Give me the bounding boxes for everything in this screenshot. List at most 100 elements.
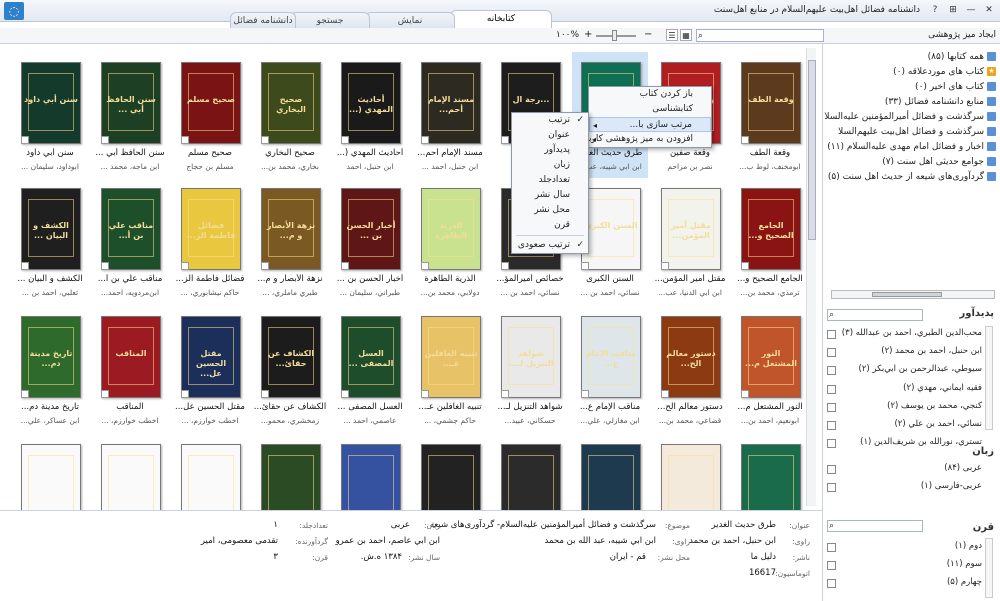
book-select-checkbox[interactable] — [421, 390, 429, 398]
book-cover[interactable]: وقعة الطف — [741, 62, 801, 144]
scrollbar-thumb[interactable] — [872, 292, 942, 297]
book-cover[interactable]: نزهة الأبصار و م... — [261, 188, 321, 270]
sort-ascending[interactable]: ✓ ترتیب صعودی — [512, 238, 588, 253]
author-checkbox[interactable] — [827, 439, 836, 449]
book-select-checkbox[interactable] — [661, 262, 669, 270]
book-card[interactable] — [92, 434, 168, 510]
book-cover[interactable]: دستور معالم الح... — [661, 316, 721, 398]
author-checkbox[interactable] — [827, 330, 836, 339]
book-card[interactable] — [12, 434, 88, 510]
book-card[interactable]: أحاديث المهدي (... أحاديث المهدي (... ابن … — [332, 52, 408, 178]
book-select-checkbox[interactable] — [21, 262, 29, 270]
book-select-checkbox[interactable] — [741, 390, 749, 398]
tree-amir-virtues[interactable]: سرگذشت و فضائل أميرالمؤمنين عليه‌السلا — [824, 112, 996, 122]
book-card[interactable]: سنن الحافظ أبي ... سنن الحافظ أبي ... ابن … — [92, 52, 168, 178]
book-select-checkbox[interactable] — [741, 136, 749, 144]
book-card[interactable] — [252, 434, 328, 510]
book-cover[interactable] — [421, 444, 481, 510]
century-checkbox[interactable] — [827, 561, 836, 570]
book-card[interactable] — [572, 434, 648, 510]
book-cover[interactable]: الذرية الطاهرة — [421, 188, 481, 270]
book-card[interactable]: وقعة الطف وقعة الطف ابومخنف، لوط ب... — [732, 52, 808, 178]
book-cover[interactable] — [101, 444, 161, 510]
tree-mahdi-news[interactable]: اخبار و فضائل امام مهدی علیه‌السلام (۱۱) — [827, 142, 996, 152]
book-cover[interactable]: مناقب الإمام ع... — [581, 316, 641, 398]
book-cover[interactable]: تاريخ مدينة دم... — [21, 316, 81, 398]
book-select-checkbox[interactable] — [261, 262, 269, 270]
book-cover[interactable]: مقتل أمير المؤمن... — [661, 188, 721, 270]
book-cover[interactable]: الكشاف عن حقائ... — [261, 316, 321, 398]
sort-year[interactable]: سال نشر — [512, 188, 588, 203]
book-card[interactable]: تاريخ مدينة دم... تاريخ مدينة دم... ابن عس… — [12, 306, 88, 432]
book-card[interactable]: العسل المصفى ... العسل المصفى ... عاصمي، ا… — [332, 306, 408, 432]
menu-bibliography[interactable]: کتابشناسی — [589, 102, 711, 117]
book-card[interactable]: صحيح البخاري صحيح البخاري بخاري، محمد بن..… — [252, 52, 328, 178]
sort-title[interactable]: عنوان — [512, 128, 588, 143]
tree-ahlulbayt-virtues[interactable]: سرگذشت و فضائل اهل‌بیت علیهم‌السلا — [838, 127, 996, 137]
grid-view-icon[interactable]: ▦ — [680, 29, 692, 41]
century-list-scrollbar[interactable] — [985, 538, 993, 598]
book-card[interactable]: مناقب الإمام ع... مناقب الإمام ع... ابن مغ… — [572, 306, 648, 432]
search-input[interactable]: ⌕ — [696, 29, 824, 42]
book-cover[interactable]: السنن الكبرى — [581, 188, 641, 270]
menu-open-book[interactable]: باز کردن کتاب — [589, 87, 711, 102]
grid-scrollbar-thumb[interactable] — [808, 60, 816, 240]
language-checkbox[interactable] — [827, 465, 836, 474]
tree-shia-compilations[interactable]: گردآوری‌های شیعه از حدیث اهل سنت (۵) — [828, 172, 996, 182]
book-cover[interactable] — [341, 444, 401, 510]
book-card[interactable]: أخبار الحسن بن ... أخبار الحسن بن ... طبرا… — [332, 178, 408, 304]
sort-century[interactable]: قرن — [512, 218, 588, 233]
book-card[interactable]: دستور معالم الح... دستور معالم الح... قضاع… — [652, 306, 728, 432]
book-select-checkbox[interactable] — [581, 262, 589, 270]
tab-search[interactable]: جستجو — [290, 12, 370, 28]
book-cover[interactable]: الجامع الصحيح و... — [741, 188, 801, 270]
book-card[interactable]: الكشف و البيان ... الكشف و البيان ... ثعلب… — [12, 178, 88, 304]
book-card[interactable]: مقتل أمير المؤمن... مقتل أمير المؤمن... اب… — [652, 178, 728, 304]
tree-horizontal-scrollbar[interactable] — [831, 290, 995, 299]
book-select-checkbox[interactable] — [501, 390, 509, 398]
book-card[interactable]: شواهد التنزيل لـ... شواهد التنزيل لـ... حس… — [492, 306, 568, 432]
book-cover[interactable] — [21, 444, 81, 510]
sort-order[interactable]: ✓ ترتیب — [512, 113, 588, 128]
book-cover[interactable]: العسل المصفى ... — [341, 316, 401, 398]
book-cover[interactable] — [661, 444, 721, 510]
book-card[interactable]: فضائل فاطمة الز... فضائل فاطمة الز... حاكم… — [172, 178, 248, 304]
book-cover[interactable]: مناقب علي بن أ... — [101, 188, 161, 270]
book-select-checkbox[interactable] — [101, 262, 109, 270]
grid-scrollbar[interactable] — [806, 48, 816, 506]
zoom-slider-knob[interactable] — [612, 30, 617, 41]
author-checkbox[interactable] — [827, 366, 836, 376]
author-checkbox[interactable] — [827, 384, 836, 394]
book-card[interactable] — [492, 434, 568, 510]
book-select-checkbox[interactable] — [101, 390, 109, 398]
tree-recent[interactable]: کتاب های اخیر (۰) — [915, 82, 996, 92]
book-select-checkbox[interactable] — [341, 390, 349, 398]
book-select-checkbox[interactable] — [501, 262, 509, 270]
book-select-checkbox[interactable] — [581, 390, 589, 398]
book-select-checkbox[interactable] — [421, 262, 429, 270]
author-checkbox[interactable] — [827, 348, 836, 358]
book-card[interactable]: صحيح مسلم صحيح مسلم مسلم بن حجاج — [172, 52, 248, 178]
book-select-checkbox[interactable] — [181, 262, 189, 270]
zoom-out-button[interactable]: − — [644, 29, 652, 40]
book-cover[interactable]: المناقب — [101, 316, 161, 398]
book-select-checkbox[interactable] — [181, 390, 189, 398]
sort-volumes[interactable]: تعدادجلد — [512, 173, 588, 188]
book-card[interactable]: مسند الإمام أحم... مسند الإمام أحم... ابن … — [412, 52, 488, 178]
century-filter-input[interactable]: ⌕ — [827, 520, 923, 532]
tab-view[interactable]: نمایش — [365, 12, 455, 28]
book-select-checkbox[interactable] — [741, 262, 749, 270]
book-cover[interactable] — [581, 444, 641, 510]
book-card[interactable]: مناقب علي بن أ... مناقب علي بن أ... ابن‌مر… — [92, 178, 168, 304]
tree-encyclopedia-sources[interactable]: منابع دانشنامه فضائل (۳۳) — [885, 97, 996, 107]
tree-hadith-collections[interactable]: جوامع حدیثی اهل سنت (۷) — [882, 157, 996, 167]
book-cover[interactable]: مسند الإمام أحم... — [421, 62, 481, 144]
new-research-desk-button[interactable]: ایجاد میز پژوهشی — [928, 30, 996, 40]
book-select-checkbox[interactable] — [181, 136, 189, 144]
book-cover[interactable]: شواهد التنزيل لـ... — [501, 316, 561, 398]
book-cover[interactable]: فضائل فاطمة الز... — [181, 188, 241, 270]
tab-encyclopedia[interactable]: دانشنامه فضائل — [230, 12, 296, 28]
book-select-checkbox[interactable] — [261, 390, 269, 398]
book-select-checkbox[interactable] — [101, 136, 109, 144]
book-cover[interactable]: صحيح مسلم — [181, 62, 241, 144]
